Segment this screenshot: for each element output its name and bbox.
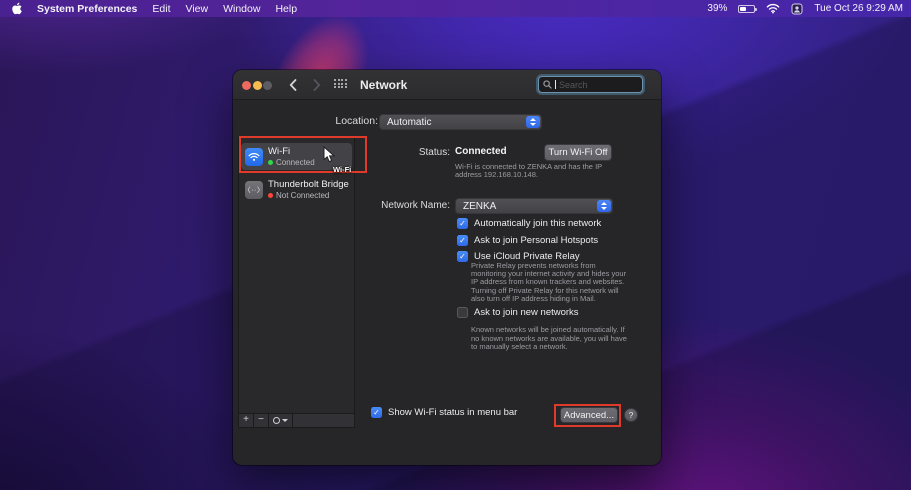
network-name-label: Network Name: bbox=[381, 200, 450, 211]
network-name-popup[interactable]: ZENKA bbox=[455, 198, 613, 214]
checkbox-unchecked-icon bbox=[457, 307, 468, 318]
search-field[interactable] bbox=[538, 76, 643, 93]
wifi-settings-panel: Status: Connected Turn Wi-Fi Off Wi-Fi i… bbox=[361, 133, 655, 433]
search-input[interactable] bbox=[559, 79, 638, 90]
location-popup[interactable]: Automatic bbox=[379, 114, 542, 130]
checkbox-auto-join[interactable]: ✓ Automatically join this network bbox=[457, 218, 601, 229]
help-button[interactable]: ? bbox=[624, 408, 638, 422]
popup-stepper-icon bbox=[526, 116, 540, 128]
status-value: Connected bbox=[455, 146, 507, 157]
chevron-down-icon bbox=[282, 419, 288, 422]
menu-view[interactable]: View bbox=[186, 3, 209, 15]
service-status: Connected bbox=[276, 157, 315, 167]
battery-icon[interactable] bbox=[738, 4, 758, 13]
location-label: Location: bbox=[335, 115, 378, 127]
close-button[interactable] bbox=[242, 81, 251, 90]
back-icon[interactable] bbox=[285, 77, 301, 93]
status-label: Status: bbox=[418, 147, 450, 158]
text-caret bbox=[555, 80, 556, 89]
sidebar-footer: + − bbox=[239, 413, 354, 427]
known-networks-description: Known networks will be joined automatica… bbox=[471, 325, 627, 352]
search-icon bbox=[543, 80, 552, 89]
private-relay-description: Private Relay prevents networks from mon… bbox=[471, 261, 627, 303]
menu-extra-icon[interactable] bbox=[791, 3, 803, 15]
wifi-service-icon bbox=[245, 147, 263, 166]
location-value: Automatic bbox=[387, 116, 432, 128]
menu-bar: System Preferences Edit View Window Help… bbox=[0, 0, 911, 17]
thunderbolt-bridge-icon: 〈··〉 bbox=[244, 180, 264, 199]
battery-percent: 39% bbox=[707, 3, 728, 14]
apple-icon[interactable] bbox=[11, 2, 22, 15]
service-name: Wi-Fi bbox=[268, 145, 291, 157]
sidebar-item-thunderbolt-bridge[interactable]: 〈··〉 Thunderbolt Bridge Not Connected bbox=[241, 176, 352, 203]
checkbox-show-wifi-status[interactable]: ✓ Show Wi-Fi status in menu bar bbox=[371, 407, 517, 418]
show-all-grid-icon[interactable] bbox=[334, 79, 347, 88]
checkbox-checked-icon: ✓ bbox=[457, 218, 468, 229]
checkbox-checked-icon: ✓ bbox=[457, 251, 468, 262]
checkbox-checked-icon: ✓ bbox=[371, 407, 382, 418]
window-title: Network bbox=[360, 78, 408, 92]
menu-window[interactable]: Window bbox=[223, 3, 260, 15]
add-service-button[interactable]: + bbox=[239, 414, 254, 427]
turn-wifi-off-button[interactable]: Turn Wi-Fi Off bbox=[544, 144, 612, 161]
wifi-icon[interactable] bbox=[766, 3, 780, 14]
menu-clock[interactable]: Tue Oct 26 9:29 AM bbox=[814, 3, 903, 14]
menu-app-name[interactable]: System Preferences bbox=[37, 3, 137, 15]
menu-help[interactable]: Help bbox=[275, 3, 297, 15]
remove-service-button[interactable]: − bbox=[254, 414, 269, 427]
action-menu-button[interactable] bbox=[269, 414, 293, 427]
forward-icon bbox=[309, 77, 325, 93]
title-bar[interactable]: Network bbox=[233, 70, 661, 100]
services-sidebar: Wi-Fi Connected 〈··〉 Thunderbolt Bridge … bbox=[238, 137, 355, 428]
service-status: Not Connected bbox=[276, 190, 330, 200]
not-connected-dot bbox=[268, 192, 273, 198]
checkbox-ask-new-networks[interactable]: Ask to join new networks bbox=[457, 307, 579, 318]
checkbox-personal-hotspots[interactable]: ✓ Ask to join Personal Hotspots bbox=[457, 235, 598, 246]
gear-icon bbox=[273, 417, 280, 424]
status-description: Wi-Fi is connected to ZENKA and has the … bbox=[455, 162, 603, 180]
service-name: Thunderbolt Bridge bbox=[268, 178, 349, 190]
zoom-button bbox=[263, 81, 272, 90]
minimize-button[interactable] bbox=[252, 81, 262, 90]
network-name-value: ZENKA bbox=[463, 200, 497, 212]
menu-edit[interactable]: Edit bbox=[152, 3, 170, 15]
checkbox-checked-icon: ✓ bbox=[457, 235, 468, 246]
drag-label: Wi-Fi bbox=[333, 165, 352, 174]
network-preferences-window: Network Location: Automatic Wi-Fi bbox=[233, 70, 661, 465]
popup-stepper-icon bbox=[597, 200, 611, 212]
advanced-button[interactable]: Advanced... bbox=[560, 407, 618, 423]
connected-dot bbox=[268, 159, 273, 165]
